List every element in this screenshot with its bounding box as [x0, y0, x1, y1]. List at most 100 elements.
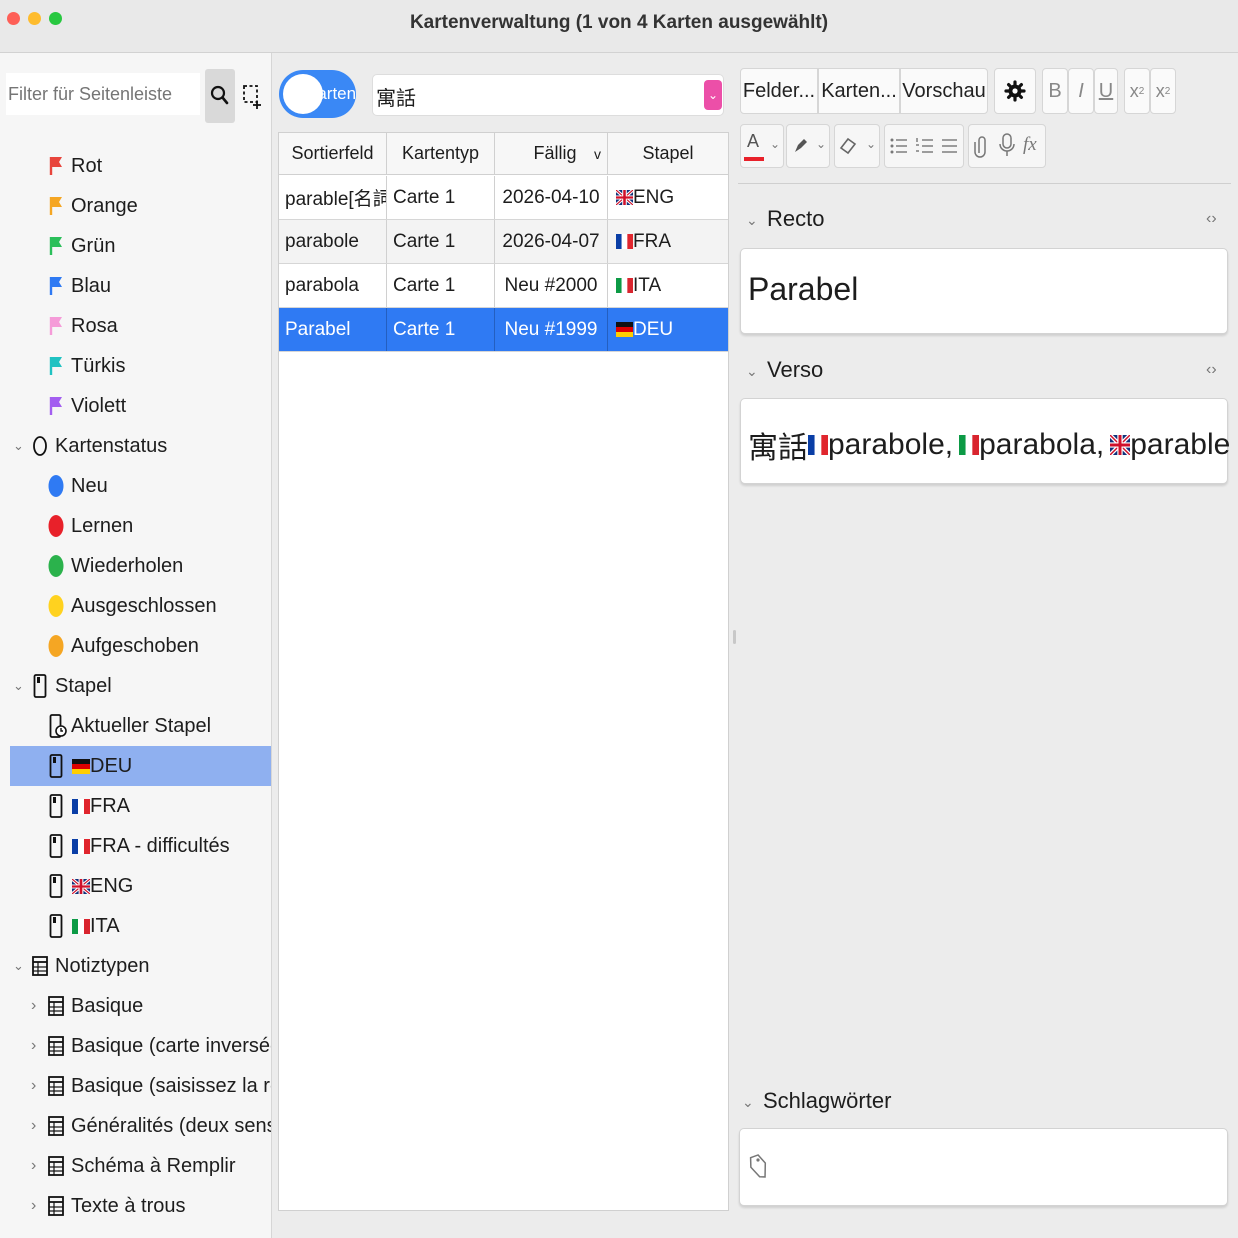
column-header-label: Kartentyp	[401, 143, 480, 163]
front-field-editor[interactable]: Parabel	[740, 248, 1228, 334]
sidebar-item-deck[interactable]: ENG	[10, 866, 271, 906]
sidebar-item-current-deck[interactable]: Aktueller Stapel	[10, 706, 271, 746]
sidebar-item-label: Aufgeschoben	[71, 634, 199, 657]
sidebar-item-label: Stapel	[55, 674, 112, 697]
paperclip-icon[interactable]	[971, 133, 993, 159]
chevron-right-icon[interactable]: ›	[31, 1077, 36, 1095]
underline-icon: U	[1098, 79, 1114, 102]
chevron-right-icon[interactable]: ›	[31, 1117, 36, 1135]
italic-button[interactable]: I	[1068, 68, 1094, 114]
sidebar-item-label: Schéma à Remplir	[71, 1154, 236, 1177]
highlight-color-button[interactable]: ⌄	[786, 124, 830, 168]
cell-sort-field: parabola	[279, 264, 387, 307]
sidebar-item-flag[interactable]: Rot	[10, 146, 271, 186]
sidebar-item-label: Kartenstatus	[55, 434, 168, 457]
fields-button[interactable]: Felder...	[740, 68, 818, 114]
align-icon[interactable]	[939, 134, 961, 158]
chevron-down-icon[interactable]: ⌄	[13, 958, 24, 974]
highlighter-icon	[795, 139, 807, 152]
sidebar-item-note-type[interactable]: › Généralités (deux sens)	[10, 1106, 271, 1146]
sidebar-item-flag[interactable]: Rosa	[10, 306, 271, 346]
sidebar-item-label: DEU	[90, 754, 133, 777]
text-color-icon: A	[747, 131, 760, 151]
sidebar-item-flag[interactable]: Orange	[10, 186, 271, 226]
search-icon	[210, 85, 229, 105]
sidebar-item-status[interactable]: Aufgeschoben	[10, 626, 271, 666]
bullet-list-icon[interactable]	[887, 134, 911, 158]
text-color-button[interactable]: A ⌄	[740, 124, 784, 168]
flag-gb-icon	[616, 190, 633, 205]
table-row[interactable]: parabola Carte 1 Neu #2000 ITA	[279, 264, 728, 307]
column-header-sort-field[interactable]: Sortierfeld	[279, 133, 387, 175]
superscript-button[interactable]: x2	[1124, 68, 1150, 114]
search-input[interactable]	[372, 74, 724, 116]
sidebar-item-note-type[interactable]: › Basique (carte inversée opti...	[10, 1026, 271, 1066]
sidebar-item-label: Texte à trous	[71, 1194, 186, 1217]
chevron-right-icon[interactable]: ›	[31, 1037, 36, 1055]
sidebar-item-label: FRA	[90, 794, 130, 817]
sidebar-item-status[interactable]: Neu	[10, 466, 271, 506]
toggle-html-editor-icon[interactable]: ‹›	[1206, 210, 1217, 228]
sidebar-item-flag[interactable]: Türkis	[10, 346, 271, 386]
sidebar-item-label: Lernen	[71, 514, 134, 537]
sidebar-item-flag[interactable]: Violett	[10, 386, 271, 426]
subscript-button[interactable]: x2	[1150, 68, 1176, 114]
flag-icon	[48, 395, 64, 417]
column-header-label: Stapel	[642, 143, 694, 163]
sidebar-item-deck[interactable]: FRA - difficultés	[10, 826, 271, 866]
collapse-front-chevron-icon[interactable]: ⌄	[746, 212, 758, 229]
preview-button[interactable]: Vorschau	[900, 68, 988, 114]
math-function-icon[interactable]: fx	[1023, 134, 1037, 156]
collapse-back-chevron-icon[interactable]: ⌄	[746, 363, 758, 380]
deck-icon	[49, 753, 63, 779]
sidebar-item-flag[interactable]: Grün	[10, 226, 271, 266]
column-header-deck[interactable]: Stapel	[608, 133, 728, 175]
sidebar-item-note-type[interactable]: › Basique (saisissez la réponse)	[10, 1066, 271, 1106]
flag-it-icon	[72, 918, 90, 934]
text-color-swatch	[744, 157, 764, 161]
sidebar-item-deck[interactable]: DEU	[10, 746, 271, 786]
table-row[interactable]: parable[名詞] Carte 1 2026-04-10 ENG	[279, 176, 728, 219]
tags-editor[interactable]	[739, 1128, 1228, 1206]
splitter-handle[interactable]	[733, 630, 736, 644]
collapse-tags-chevron-icon[interactable]: ⌄	[742, 1094, 754, 1111]
table-row[interactable]: parabole Carte 1 2026-04-07 FRA	[279, 220, 728, 263]
sidebar-item-deck[interactable]: ITA	[10, 906, 271, 946]
sidebar-item-label: Notiztypen	[55, 954, 150, 977]
sidebar-item-status[interactable]: Ausgeschlossen	[10, 586, 271, 626]
underline-button[interactable]: U	[1094, 68, 1118, 114]
numbered-list-icon[interactable]	[913, 134, 937, 158]
sidebar-item-card-status[interactable]: ⌄ Kartenstatus	[10, 426, 271, 466]
sidebar-item-note-type[interactable]: › Basique	[10, 986, 271, 1026]
sidebar-filter-input[interactable]	[6, 73, 200, 115]
column-header-card-type[interactable]: Kartentyp	[387, 133, 495, 175]
chevron-down-icon[interactable]: ⌄	[13, 438, 24, 454]
microphone-icon[interactable]	[996, 131, 1018, 159]
sidebar-item-decks[interactable]: ⌄ Stapel	[10, 666, 271, 706]
bold-button[interactable]: B	[1042, 68, 1068, 114]
sidebar-item-note-type[interactable]: › Texte à trous	[10, 1186, 271, 1226]
sidebar-search-button[interactable]	[205, 69, 235, 123]
sidebar-item-status[interactable]: Lernen	[10, 506, 271, 546]
sidebar-item-status[interactable]: Wiederholen	[10, 546, 271, 586]
chevron-right-icon[interactable]: ›	[31, 1157, 36, 1175]
table-row[interactable]: Parabel Carte 1 Neu #1999 DEU	[279, 308, 728, 351]
search-history-dropdown[interactable]: ⌄	[704, 80, 722, 110]
column-header-due[interactable]: Fällig v	[495, 133, 608, 175]
cell-due: Neu #2000	[495, 264, 608, 307]
sidebar-item-note-type[interactable]: › Schéma à Remplir	[10, 1146, 271, 1186]
select-mode-button[interactable]	[240, 79, 264, 113]
cards-button[interactable]: Karten...	[818, 68, 900, 114]
front-field-value: Parabel	[748, 271, 859, 307]
sidebar-item-flag[interactable]: Blau	[10, 266, 271, 306]
toggle-html-editor-icon[interactable]: ‹›	[1206, 361, 1217, 379]
chevron-down-icon[interactable]: ⌄	[13, 678, 24, 694]
back-field-editor[interactable]: 寓話 parabole, parabola, parable	[740, 398, 1230, 484]
editor-options-button[interactable]	[994, 68, 1036, 114]
clear-formatting-button[interactable]: ⌄	[834, 124, 880, 168]
sidebar-item-note-types[interactable]: ⌄ Notiztypen	[10, 946, 271, 986]
sidebar-item-deck[interactable]: FRA	[10, 786, 271, 826]
chevron-right-icon[interactable]: ›	[31, 1197, 36, 1215]
back-field-word: parabola,	[979, 428, 1105, 461]
chevron-right-icon[interactable]: ›	[31, 997, 36, 1015]
